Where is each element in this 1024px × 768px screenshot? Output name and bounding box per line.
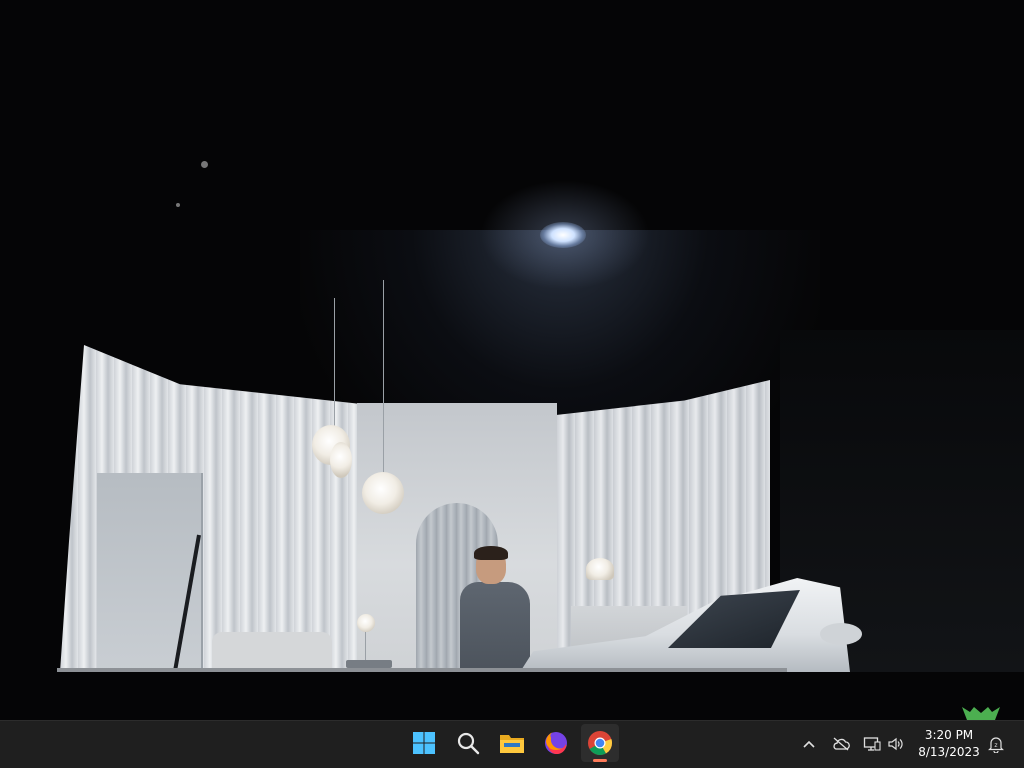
floor-lamp-stand <box>365 632 366 662</box>
floor-lamp <box>357 614 375 632</box>
svg-text:z: z <box>994 742 997 749</box>
notifications-button[interactable]: z <box>986 734 1006 754</box>
clock-time: 3:20 PM <box>924 728 974 742</box>
firefox-button[interactable] <box>537 724 575 762</box>
spotlight <box>540 222 586 248</box>
volume-icon <box>888 737 903 751</box>
green-logo-icon <box>962 707 1000 720</box>
lamp-cord <box>334 298 335 428</box>
person-body <box>460 582 530 672</box>
file-explorer-button[interactable] <box>493 724 531 762</box>
notification-bell-icon: z <box>988 736 1004 753</box>
lamp-cord <box>383 280 384 473</box>
stage-floor <box>57 668 787 672</box>
pendant-lamp <box>362 472 404 514</box>
volume-button[interactable] <box>886 734 906 754</box>
network-button[interactable] <box>862 734 882 754</box>
folder-icon <box>500 735 524 753</box>
sofa <box>212 632 332 672</box>
onedrive-status-button[interactable] <box>831 734 851 754</box>
table-lamp <box>586 558 614 580</box>
network-icon <box>863 737 881 751</box>
cloud-offline-icon <box>833 737 850 751</box>
person <box>456 546 532 672</box>
search-button[interactable] <box>449 724 487 762</box>
start-button[interactable] <box>405 724 443 762</box>
car-mirror <box>820 623 862 645</box>
firefox-icon <box>545 732 567 755</box>
pendant-lamp <box>330 442 352 478</box>
active-app-indicator <box>593 759 607 762</box>
side-table <box>346 660 392 668</box>
clock-date: 8/13/2023 <box>918 745 980 759</box>
clock[interactable]: 3:20 PM 8/13/2023 <box>916 727 982 763</box>
video-scene <box>0 0 1024 720</box>
chrome-icon <box>588 731 613 756</box>
small-ceiling-light <box>201 161 208 168</box>
desktop <box>0 0 1024 720</box>
windows-logo-icon <box>413 732 435 754</box>
show-hidden-icons-button[interactable] <box>799 734 819 754</box>
small-ceiling-light <box>176 203 180 207</box>
chevron-up-icon <box>803 740 815 748</box>
brick-panel <box>97 473 203 672</box>
person-hair <box>474 546 508 560</box>
chrome-button[interactable] <box>581 724 619 762</box>
search-icon <box>457 732 480 755</box>
